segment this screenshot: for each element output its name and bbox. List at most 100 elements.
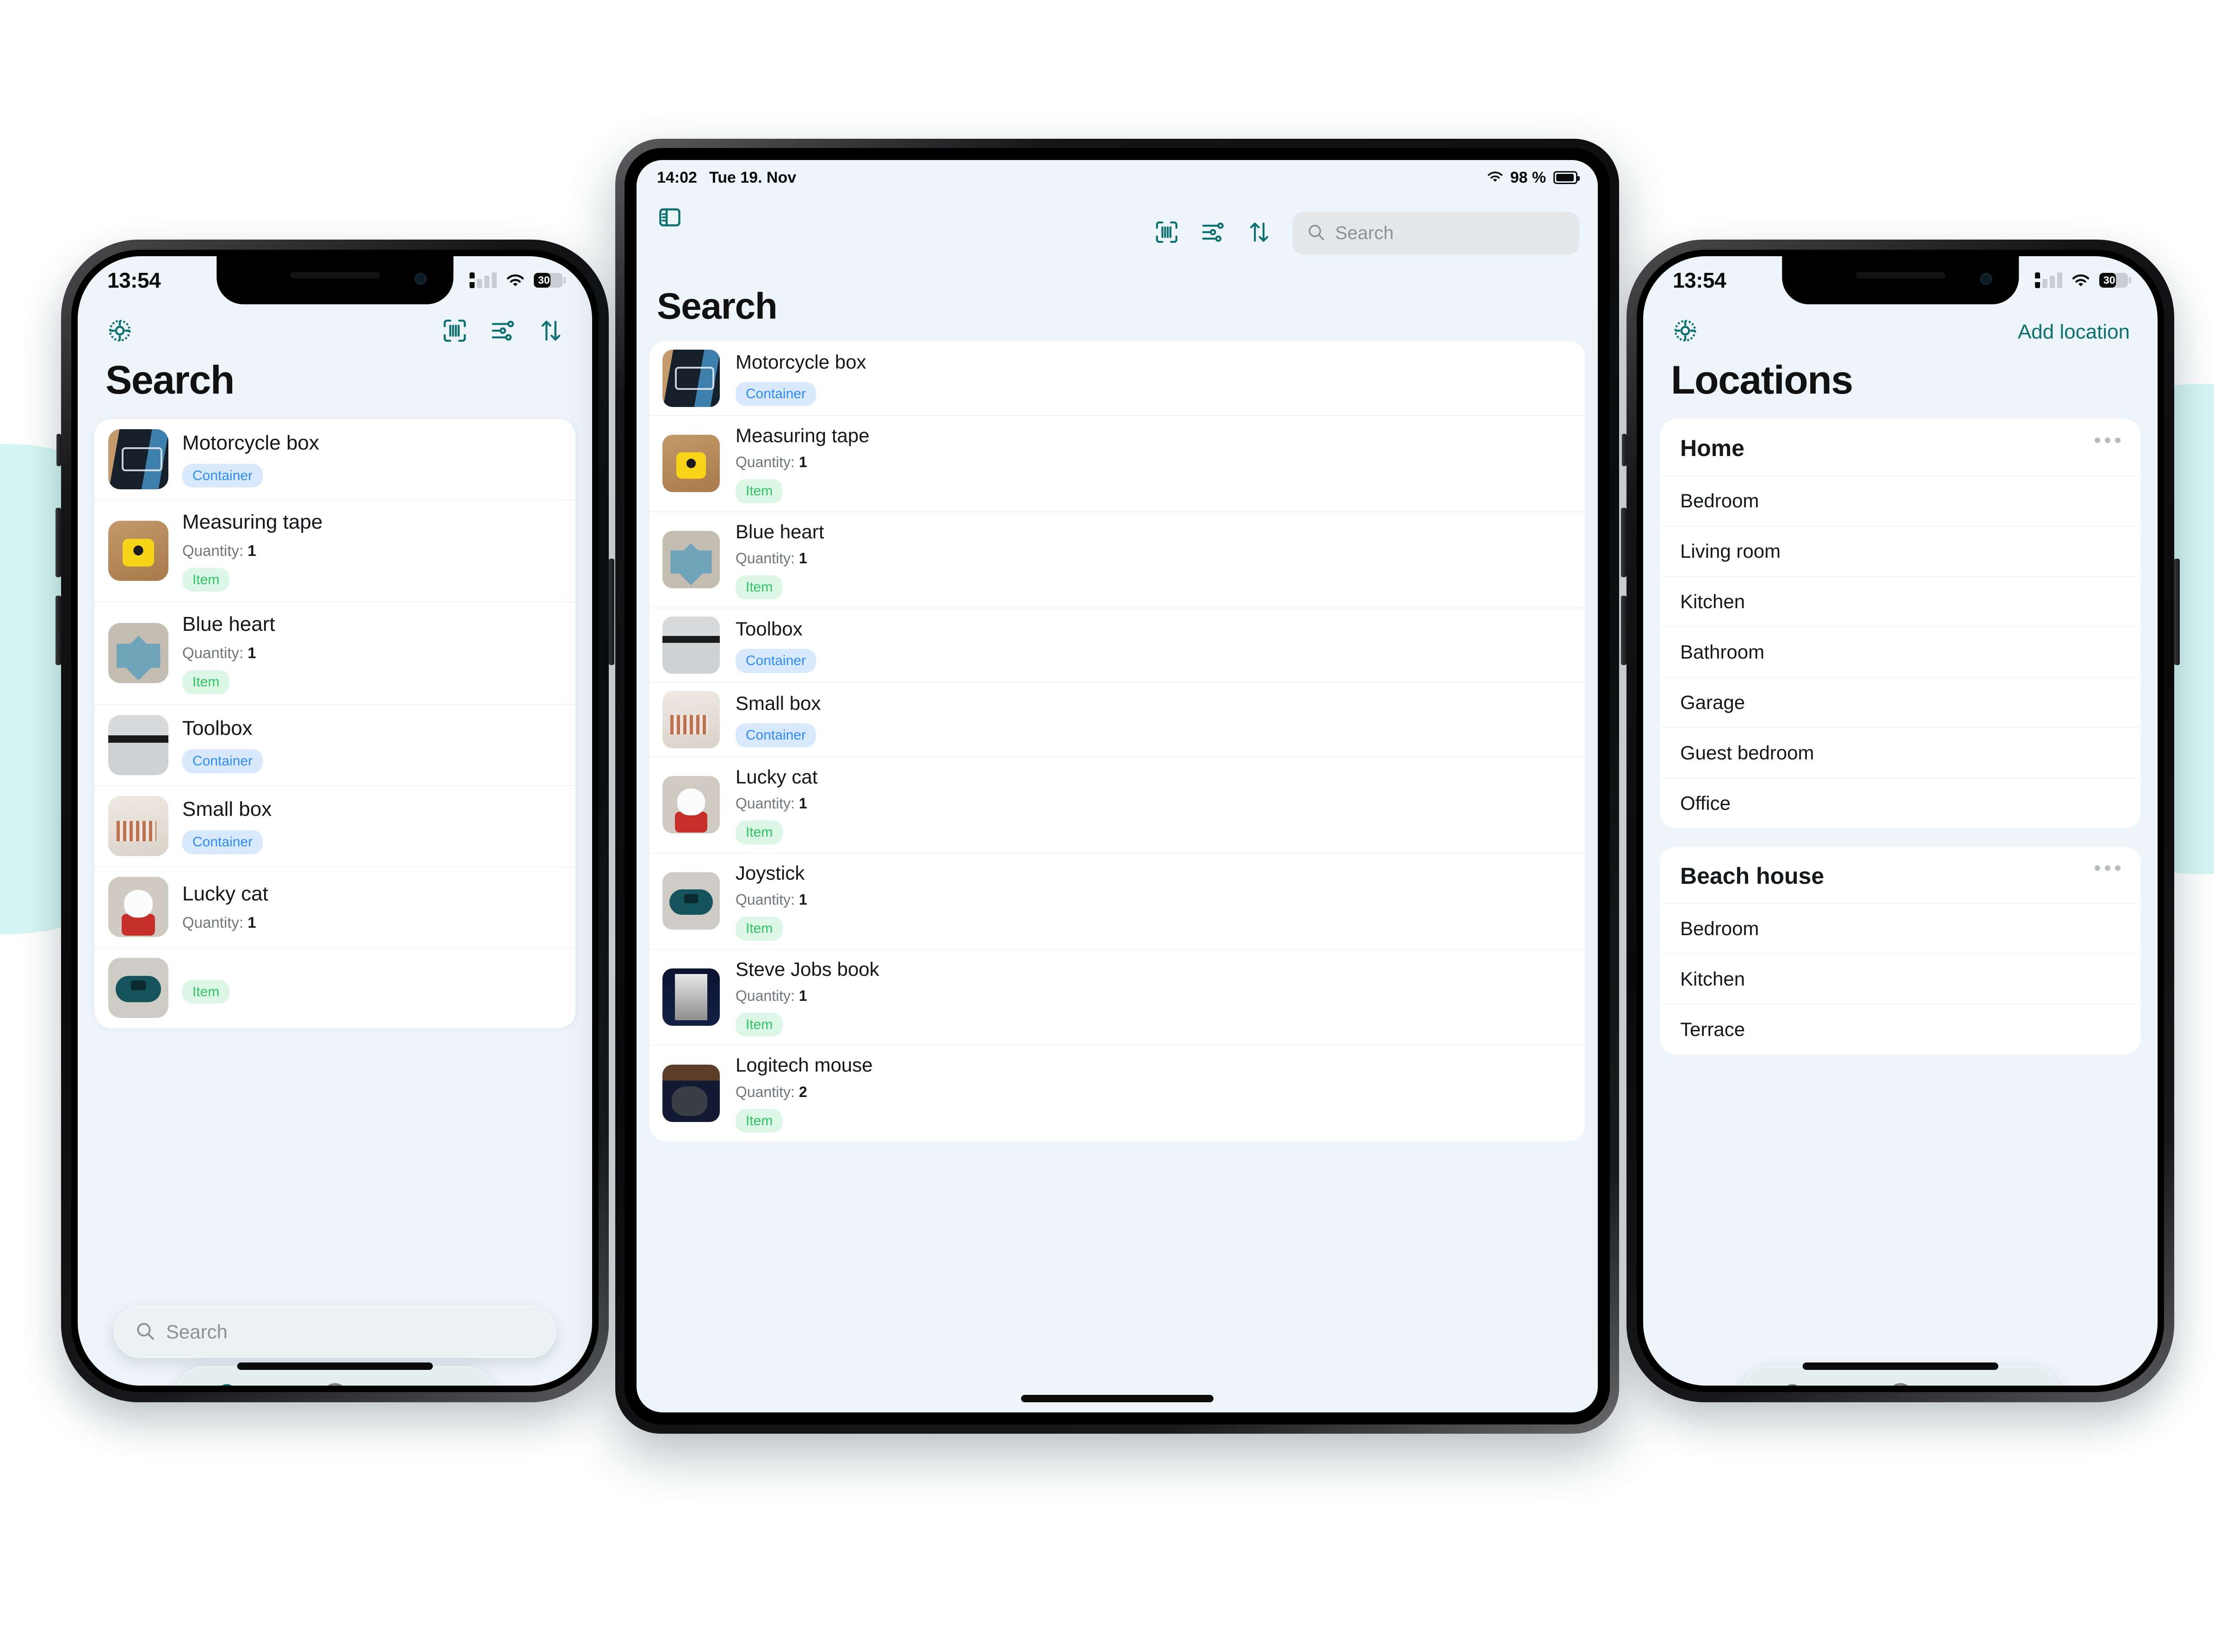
gear-icon[interactable] (1671, 316, 1700, 347)
search-input[interactable]: Search (113, 1306, 557, 1358)
search-results-card: Motorcycle box Container Measuring tape Qua… (94, 419, 575, 1028)
phone-volume-down-button-right[interactable] (1621, 596, 1626, 665)
tablet-status-date: Tue 19. Nov (709, 168, 797, 186)
table-row[interactable]: Toolbox Container (94, 705, 575, 786)
table-row[interactable]: Blue heart Quantity: 1 Item (649, 512, 1585, 608)
table-row[interactable]: Toolbox Container (649, 608, 1585, 683)
status-badge: Container (736, 649, 816, 673)
tablet-results-card: Motorcycle box Container Measuring tape Qua… (649, 341, 1585, 1141)
tab-search[interactable] (1779, 1381, 1809, 1386)
phone-device-left: 13:54 30 Search Motorcycle box Container… (56, 240, 614, 1402)
battery-percent-right: 30 (2103, 274, 2115, 286)
more-options-icon[interactable] (2095, 435, 2121, 443)
list-item[interactable]: Bathroom (1660, 627, 2141, 677)
list-item[interactable]: Kitchen (1660, 954, 2141, 1004)
sort-arrows-icon[interactable] (1246, 219, 1272, 247)
item-title: Motorcycle box (736, 351, 866, 373)
table-row[interactable]: Logitech mouse Quantity: 2 Item (649, 1045, 1585, 1141)
item-thumbnail (108, 957, 168, 1018)
gear-icon[interactable] (105, 316, 134, 347)
tab-add[interactable] (1886, 1381, 1915, 1386)
item-meta: Lucky cat Quantity: 1 (182, 882, 562, 931)
table-row[interactable]: Measuring tape Quantity: 1 Item (649, 416, 1585, 512)
list-item[interactable]: Guest bedroom (1660, 727, 2141, 778)
status-badge: Item (736, 575, 783, 599)
item-quantity: Quantity: 1 (182, 913, 256, 931)
sort-arrows-icon[interactable] (538, 317, 564, 346)
table-row[interactable]: Measuring tape Quantity: 1 Item (94, 500, 575, 603)
phone-power-button[interactable] (609, 559, 614, 665)
item-title: Lucky cat (736, 765, 818, 788)
table-row[interactable]: Joystick Quantity: 1 Item (649, 853, 1585, 949)
more-options-icon[interactable] (2095, 863, 2121, 871)
list-item[interactable]: Kitchen (1660, 576, 2141, 627)
location-group-card: Beach house Bedroom Kitchen Terrace (1660, 847, 2141, 1054)
status-badge: Container (182, 749, 263, 773)
table-row[interactable]: Steve Jobs book Quantity: 1 Item (649, 949, 1585, 1046)
item-quantity: Quantity: 1 (736, 795, 807, 812)
status-badge: Item (736, 820, 783, 844)
item-thumbnail (662, 872, 720, 930)
list-item[interactable]: Bedroom (1660, 475, 2141, 526)
tab-add[interactable] (320, 1381, 350, 1386)
table-row[interactable]: Small box Container (649, 683, 1585, 757)
table-row[interactable]: Motorcycle box Container (649, 341, 1585, 416)
table-row[interactable]: Lucky cat Quantity: 1 Item (649, 757, 1585, 853)
item-meta: Item (182, 972, 562, 1004)
item-thumbnail (662, 968, 720, 1026)
cellular-signal-icon (470, 272, 497, 288)
item-thumbnail (662, 690, 720, 748)
item-meta: Joystick Quantity: 1 Item (736, 862, 1572, 941)
status-bar-right: 13:54 30 (1643, 256, 2158, 304)
table-row[interactable]: Small box Container (94, 786, 575, 867)
item-title: Joystick (736, 862, 805, 884)
list-item[interactable]: Bedroom (1660, 903, 2141, 954)
item-thumbnail (108, 521, 168, 581)
phone-volume-up-button[interactable] (56, 508, 61, 577)
barcode-scan-icon[interactable] (441, 317, 468, 346)
sidebar-toggle-icon[interactable] (657, 204, 683, 233)
item-thumbnail (108, 876, 168, 937)
table-row[interactable]: Motorcycle box Container (94, 419, 575, 500)
tablet-home-indicator (1021, 1395, 1213, 1402)
table-row[interactable]: Blue heart Quantity: 1 Item (94, 602, 575, 705)
list-item[interactable]: Garage (1660, 677, 2141, 727)
filter-sliders-icon[interactable] (489, 317, 516, 346)
item-thumbnail (662, 616, 720, 674)
phone-volume-down-button[interactable] (56, 596, 61, 665)
list-item[interactable]: Terrace (1660, 1004, 2141, 1054)
list-item[interactable]: Living room (1660, 526, 2141, 576)
tablet-device: 14:02 Tue 19. Nov 98 % Search Search Mot… (615, 139, 1619, 1434)
item-title: Small box (182, 798, 272, 821)
page-title-right: Locations (1671, 358, 1853, 402)
item-title: Blue heart (182, 613, 275, 636)
item-thumbnail (108, 715, 168, 775)
tablet-status-time: 14:02 (657, 168, 697, 186)
phone-power-button-right[interactable] (2174, 559, 2180, 665)
tablet-search-input[interactable]: Search (1293, 212, 1579, 254)
tab-search[interactable] (214, 1381, 243, 1386)
status-badge: Item (736, 1012, 783, 1037)
filter-sliders-icon[interactable] (1200, 219, 1226, 247)
battery-icon-right: 30 (2099, 273, 2131, 288)
item-title: Toolbox (182, 717, 253, 740)
wifi-icon-right (2072, 273, 2090, 287)
status-badge: Container (182, 830, 263, 854)
battery-icon: 30 (534, 273, 566, 288)
phone-screen-right: 13:54 30 Add location Locations Home Bed… (1643, 256, 2158, 1386)
table-row[interactable]: Item (94, 948, 575, 1028)
add-location-button[interactable]: Add location (2018, 321, 2130, 344)
list-item[interactable]: Office (1660, 778, 2141, 828)
item-meta: Lucky cat Quantity: 1 Item (736, 765, 1572, 844)
item-title: Measuring tape (182, 511, 323, 533)
tab-list[interactable] (427, 1381, 456, 1386)
tab-list[interactable] (1992, 1381, 2022, 1386)
table-row[interactable]: Lucky cat Quantity: 1 (94, 867, 575, 948)
cellular-signal-icon-right (2035, 272, 2062, 288)
barcode-scan-icon[interactable] (1154, 219, 1180, 247)
item-title: Lucky cat (182, 882, 268, 906)
status-badge: Container (736, 382, 816, 406)
phone-mute-switch[interactable] (56, 434, 61, 466)
phone-mute-switch-right[interactable] (1622, 434, 1626, 466)
phone-volume-up-button-right[interactable] (1621, 508, 1626, 577)
